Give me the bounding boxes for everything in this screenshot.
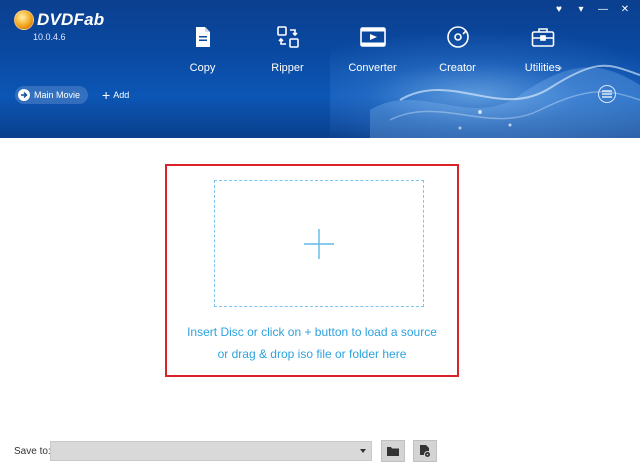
skin-icon[interactable]: ♥ [554, 4, 564, 16]
arrow-right-icon [18, 89, 30, 101]
converter-icon [359, 24, 386, 50]
source-toolbar: Main Movie + Add [15, 86, 129, 104]
nav-ripper[interactable]: Ripper [245, 24, 330, 74]
nav-copy[interactable]: Copy [160, 24, 245, 74]
save-to-label: Save to: [14, 446, 51, 457]
dropdown-icon[interactable]: ▾ [576, 4, 586, 16]
utilities-icon [530, 24, 556, 50]
nav-utilities-label: Utilities [524, 62, 561, 74]
nav-creator-label: Creator [439, 62, 476, 74]
save-to-path-select[interactable] [50, 441, 372, 461]
dropzone-instruction-line-1: Insert Disc or click on + button to load… [187, 325, 437, 339]
disc-image-icon [420, 444, 431, 458]
creator-icon [445, 24, 471, 50]
minimize-icon[interactable]: — [598, 4, 608, 16]
save-as-iso-button[interactable] [413, 440, 437, 462]
plus-icon: + [102, 87, 111, 103]
list-icon [602, 90, 612, 98]
add-label: Add [113, 90, 130, 100]
logo-text: DVDFab [37, 10, 105, 29]
nav-converter[interactable]: Converter [330, 24, 415, 74]
nav-copy-label: Copy [189, 62, 216, 74]
dvdfab-logo: DVDFab [14, 10, 104, 30]
dropzone-instruction-line-2: or drag & drop iso file or folder here [217, 347, 407, 361]
logo-emblem-icon [14, 10, 34, 30]
task-list-button[interactable] [598, 85, 616, 103]
folder-icon [387, 447, 399, 456]
ripper-icon [275, 24, 301, 50]
nav-converter-label: Converter [348, 62, 397, 74]
window-controls: ♥ ▾ — ✕ [554, 4, 630, 16]
chevron-down-icon [360, 449, 366, 453]
copy-icon [190, 24, 216, 50]
nav-ripper-label: Ripper [271, 62, 304, 74]
version-label: 10.0.4.6 [33, 32, 66, 42]
nav-utilities[interactable]: Utilities [500, 24, 585, 74]
nav-creator[interactable]: Creator [415, 24, 500, 74]
main-movie-label: Main Movie [34, 90, 81, 100]
main-movie-button[interactable]: Main Movie [15, 86, 89, 104]
close-icon[interactable]: ✕ [620, 4, 630, 16]
add-source-plus-icon[interactable] [303, 228, 335, 260]
add-button[interactable]: + Add [102, 87, 130, 103]
header-banner: DVDFab 10.0.4.6 ♥ ▾ — ✕ Copy Ripper Conv… [0, 0, 640, 138]
module-nav: Copy Ripper Converter Creator Utilities [160, 24, 585, 74]
browse-folder-button[interactable] [381, 440, 405, 462]
dvdfab-window: DVDFab 10.0.4.6 ♥ ▾ — ✕ Copy Ripper Conv… [0, 0, 640, 470]
add-source-dropzone[interactable] [214, 180, 424, 307]
